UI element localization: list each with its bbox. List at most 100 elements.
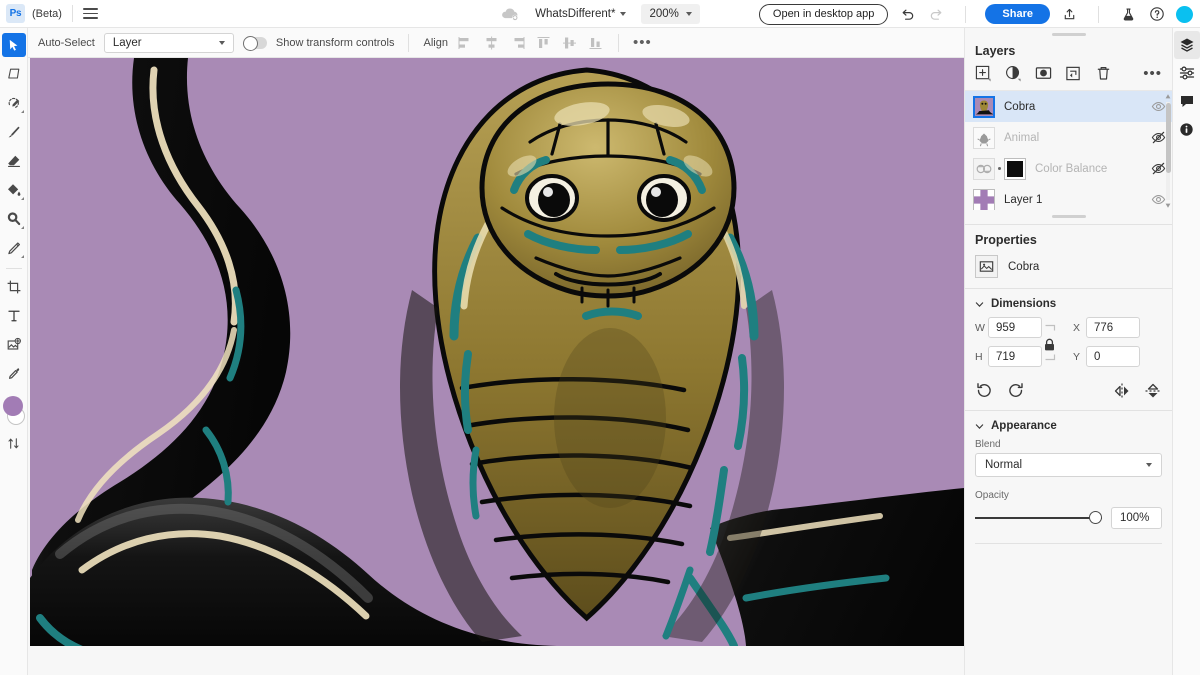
more-tools-icon[interactable] — [2, 431, 26, 455]
layer-visibility-icon[interactable] — [1151, 99, 1166, 114]
artboard[interactable] — [30, 58, 964, 646]
layers-panel-resize-grabber[interactable] — [1051, 215, 1086, 218]
options-overflow-button[interactable]: ••• — [633, 35, 652, 50]
opacity-slider[interactable] — [975, 511, 1102, 525]
transform-tool[interactable] — [2, 62, 26, 86]
color-swatches[interactable] — [2, 395, 26, 425]
zoom-level-label: 200% — [649, 7, 679, 20]
height-label: H — [975, 350, 983, 363]
adjustment-layer-icon[interactable] — [1005, 65, 1022, 82]
flip-horizontal-icon[interactable] — [1113, 382, 1131, 400]
layer-mask-icon[interactable] — [1035, 65, 1052, 82]
chevron-down-icon — [975, 301, 984, 307]
chevron-down-icon — [620, 11, 627, 16]
delete-layer-icon[interactable] — [1095, 65, 1112, 82]
chevron-down-icon — [685, 11, 692, 16]
add-layer-icon[interactable] — [975, 65, 992, 82]
share-button[interactable]: Share — [985, 4, 1050, 24]
scroll-thumb[interactable] — [1165, 103, 1171, 173]
photoshop-logo[interactable]: Ps — [6, 4, 25, 23]
appearance-section-label: Appearance — [991, 420, 1057, 432]
layer-list[interactable]: Cobra Animal Color Balance Layer 1 — [965, 90, 1172, 210]
beta-flask-icon[interactable] — [1118, 4, 1138, 24]
blend-mode-dropdown[interactable]: Normal — [975, 453, 1162, 477]
scroll-up-arrow-icon[interactable] — [1165, 93, 1171, 100]
align-horizontal-centers-icon[interactable] — [483, 35, 500, 51]
undo-button[interactable] — [897, 4, 917, 24]
auto-select-dropdown[interactable]: Layer — [103, 32, 234, 53]
help-icon[interactable] — [1147, 4, 1167, 24]
layer-list-scrollbar[interactable] — [1165, 93, 1171, 209]
width-label: W — [975, 321, 985, 334]
crop-tool[interactable] — [2, 275, 26, 299]
height-row: H 719 Y 0 — [975, 346, 1162, 367]
blend-label: Blend — [975, 439, 1001, 450]
layer-row[interactable]: Color Balance — [965, 153, 1172, 184]
y-label: Y — [1073, 350, 1081, 363]
flip-vertical-icon[interactable] — [1144, 382, 1162, 400]
layers-overflow-button[interactable]: ••• — [1143, 66, 1162, 81]
opacity-input[interactable]: 100% — [1111, 507, 1162, 529]
brush-tool[interactable] — [2, 120, 26, 144]
document-name[interactable]: WhatsDifferent* — [530, 5, 631, 23]
rotate-counterclockwise-icon[interactable] — [975, 382, 993, 400]
appearance-section-header[interactable]: Appearance — [965, 411, 1172, 439]
scroll-down-arrow-icon[interactable] — [1165, 202, 1171, 209]
align-right-edges-icon[interactable] — [509, 35, 526, 51]
quick-select-tool[interactable] — [2, 91, 26, 115]
aspect-ratio-lock-button[interactable] — [1043, 338, 1056, 357]
adjustment-layer-thumbnail — [973, 157, 995, 180]
rotate-clockwise-icon[interactable] — [1007, 382, 1025, 400]
align-top-edges-icon[interactable] — [535, 35, 552, 51]
align-vertical-centers-icon[interactable] — [561, 35, 578, 51]
align-left-edges-icon[interactable] — [457, 35, 474, 51]
eyedropper-tool[interactable] — [2, 362, 26, 386]
layer-thumbnail — [973, 126, 995, 149]
redo-button[interactable] — [926, 4, 946, 24]
height-input[interactable]: 719 — [988, 346, 1042, 367]
menu-icon[interactable] — [82, 8, 98, 19]
zoom-level-selector[interactable]: 200% — [641, 3, 700, 24]
y-input[interactable]: 0 — [1086, 346, 1140, 367]
show-transform-controls-toggle[interactable] — [242, 35, 267, 51]
x-input[interactable]: 776 — [1086, 317, 1140, 338]
clone-stamp-tool[interactable] — [2, 236, 26, 260]
eraser-tool[interactable] — [2, 149, 26, 173]
type-tool[interactable] — [2, 304, 26, 328]
divider — [965, 5, 967, 23]
paint-bucket-tool[interactable] — [2, 178, 26, 202]
foreground-color-swatch[interactable] — [2, 396, 23, 416]
info-rail-icon[interactable] — [1174, 115, 1200, 143]
move-tool[interactable] — [1, 33, 26, 57]
group-layer-icon[interactable] — [1065, 65, 1082, 82]
layer-name: Color Balance — [1035, 162, 1108, 175]
properties-panel-title: Properties — [975, 233, 1037, 247]
layer-name: Animal — [1004, 131, 1040, 144]
dodge-tool[interactable] — [2, 207, 26, 231]
layers-rail-icon[interactable] — [1173, 31, 1200, 59]
open-in-desktop-app-button[interactable]: Open in desktop app — [758, 3, 889, 25]
properties-layer-name: Cobra — [1008, 260, 1040, 273]
layer-visibility-off-icon[interactable] — [1151, 161, 1166, 176]
properties-rail-icon[interactable] — [1174, 59, 1200, 87]
dimensions-section-header[interactable]: Dimensions — [965, 289, 1172, 317]
flip-actions — [1113, 382, 1162, 400]
width-input[interactable]: 959 — [988, 317, 1042, 338]
cloud-sync-icon — [502, 7, 519, 21]
layer-row[interactable]: Animal — [965, 122, 1172, 153]
layer-visibility-off-icon[interactable] — [1151, 130, 1166, 145]
layer-visibility-icon[interactable] — [1151, 192, 1166, 207]
divider — [5, 268, 22, 269]
layer-row[interactable]: Layer 1 — [965, 184, 1172, 210]
align-bottom-edges-icon[interactable] — [587, 35, 604, 51]
place-image-tool[interactable] — [2, 333, 26, 357]
chevron-down-icon — [1146, 463, 1152, 467]
slider-knob[interactable] — [1089, 511, 1102, 524]
layer-row[interactable]: Cobra — [965, 91, 1172, 122]
canvas-area[interactable] — [28, 58, 964, 675]
avatar[interactable] — [1176, 5, 1193, 23]
mask-link-icon[interactable] — [998, 167, 1001, 170]
comments-rail-icon[interactable] — [1174, 87, 1200, 115]
transform-actions — [965, 379, 1172, 410]
export-icon[interactable] — [1059, 4, 1079, 24]
